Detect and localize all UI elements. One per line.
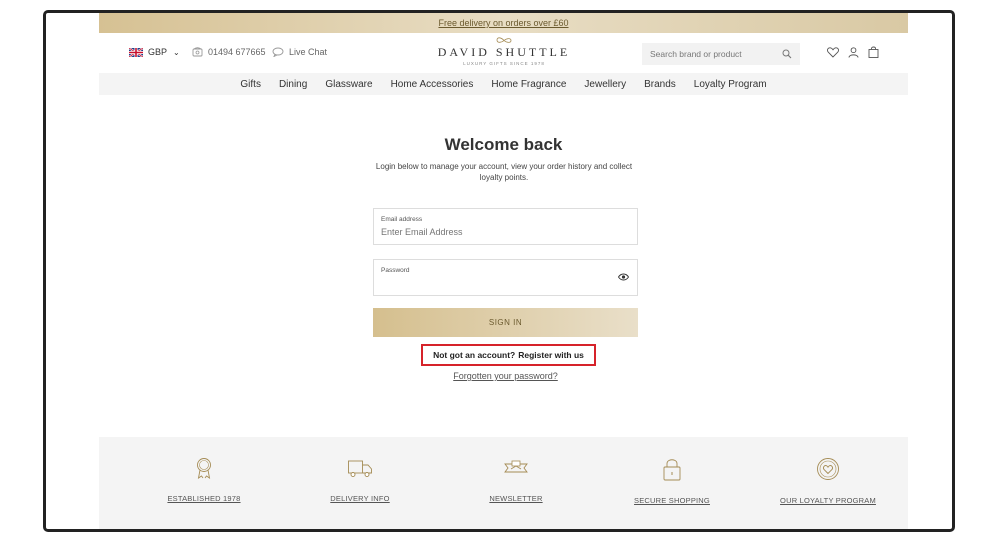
password-label: Password — [381, 267, 410, 274]
page: Free delivery on orders over £60 GBP ⌄ 0… — [99, 13, 908, 529]
live-chat-link[interactable]: Live Chat — [272, 47, 327, 57]
live-chat-label: Live Chat — [289, 47, 328, 57]
browser-frame: Free delivery on orders over £60 GBP ⌄ 0… — [43, 10, 955, 532]
nav-item-home-accessories[interactable]: Home Accessories — [391, 79, 474, 90]
register-prefix-text: Not got an account? — [433, 350, 516, 360]
main-nav: Gifts Dining Glassware Home Accessories … — [99, 73, 908, 95]
email-label: Email address — [381, 216, 423, 223]
feature-newsletter-label: NEWSLETTER — [489, 494, 543, 503]
feature-delivery-label: DELIVERY INFO — [330, 494, 390, 503]
vip-ticket-icon — [504, 460, 528, 473]
nav-item-glassware[interactable]: Glassware — [325, 79, 372, 90]
register-prompt: Not got an account? Register with us — [421, 344, 596, 366]
padlock-icon — [663, 459, 681, 481]
promo-text[interactable]: Free delivery on orders over £60 — [438, 18, 568, 28]
password-field[interactable]: Password — [373, 259, 638, 296]
register-link[interactable]: Register with us — [518, 350, 584, 360]
delivery-truck-icon — [348, 460, 372, 477]
nav-item-home-fragrance[interactable]: Home Fragrance — [491, 79, 566, 90]
feature-newsletter[interactable]: NEWSLETTER — [441, 457, 591, 506]
chevron-down-icon: ⌄ — [173, 47, 180, 57]
promo-banner[interactable]: Free delivery on orders over £60 — [99, 13, 908, 33]
nav-item-jewellery[interactable]: Jewellery — [584, 79, 626, 90]
site-header: GBP ⌄ 01494 677665 Live Chat DAVID SHUTT… — [99, 33, 908, 73]
feature-delivery[interactable]: DELIVERY INFO — [285, 457, 435, 506]
search-bar[interactable]: Search brand or product — [642, 43, 800, 65]
login-intro-text: Login below to manage your account, view… — [375, 162, 633, 182]
logo-wordmark: DAVID SHUTTLE — [437, 45, 571, 59]
show-password-eye-icon[interactable] — [618, 273, 629, 281]
feature-loyalty-label: OUR LOYALTY PROGRAM — [780, 496, 876, 505]
feature-established[interactable]: ESTABLISHED 1978 — [129, 457, 279, 506]
uk-flag-icon — [129, 47, 143, 57]
forgot-password-link[interactable]: Forgotten your password? — [373, 371, 638, 381]
search-input[interactable]: Search brand or product — [650, 49, 782, 59]
loyalty-heart-icon — [817, 458, 839, 480]
search-icon[interactable] — [782, 49, 792, 59]
currency-label: GBP — [148, 47, 168, 57]
email-field[interactable]: Email address — [373, 208, 638, 245]
chat-icon — [272, 47, 284, 57]
logo-ribbon-icon — [496, 37, 512, 43]
nav-item-dining[interactable]: Dining — [279, 79, 307, 90]
shopping-bag-icon[interactable] — [868, 46, 879, 58]
sign-in-button[interactable]: SIGN IN — [373, 308, 638, 337]
nav-item-loyalty-program[interactable]: Loyalty Program — [694, 79, 767, 90]
wishlist-heart-icon[interactable] — [827, 46, 839, 58]
phone-link[interactable]: 01494 677665 — [192, 47, 266, 57]
account-user-icon[interactable] — [848, 46, 859, 58]
nav-item-gifts[interactable]: Gifts — [240, 79, 261, 90]
currency-selector[interactable]: GBP ⌄ — [129, 47, 180, 57]
header-icons — [827, 46, 879, 58]
feature-loyalty-program[interactable]: OUR LOYALTY PROGRAM — [753, 457, 903, 508]
phone-number: 01494 677665 — [208, 47, 266, 57]
award-badge-icon — [197, 458, 211, 479]
feature-secure-label: SECURE SHOPPING — [634, 496, 710, 505]
footer-features: ESTABLISHED 1978 DELIVERY INFO NEWSLETTE… — [99, 437, 908, 529]
feature-established-label: ESTABLISHED 1978 — [167, 494, 241, 503]
feature-secure-shopping[interactable]: SECURE SHOPPING — [597, 457, 747, 508]
logo-tagline: LUXURY GIFTS SINCE 1978 — [463, 61, 545, 66]
password-input[interactable] — [381, 278, 611, 288]
page-title: Welcome back — [444, 135, 563, 154]
email-input[interactable] — [381, 227, 611, 237]
phone-icon — [192, 47, 203, 57]
site-logo[interactable]: DAVID SHUTTLE LUXURY GIFTS SINCE 1978 — [429, 37, 579, 66]
nav-item-brands[interactable]: Brands — [644, 79, 676, 90]
